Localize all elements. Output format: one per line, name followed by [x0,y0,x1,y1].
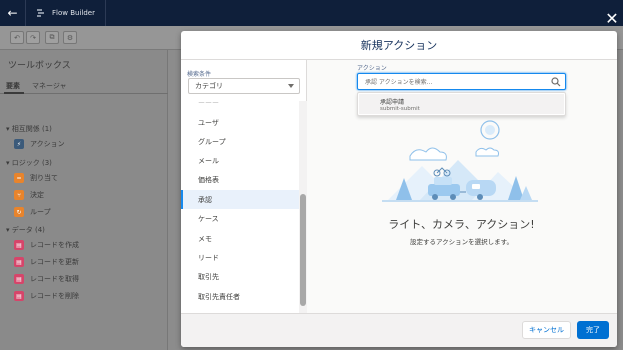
search-placeholder: 承認 アクションを検索... [365,79,433,86]
filter-panel: 検索条件 カテゴリ ーーー ユーザ グループ メール 価格表 承認 ケース メモ… [181,60,307,313]
category-item[interactable]: 取引先責任者 [181,287,299,306]
tab-manager[interactable]: マネージャ [32,81,67,91]
toolbox-panel: ツールボックス 要素 マネージャ ▾ 相互関係 (1) ⚡ アクション ▾ ロジ… [0,50,168,350]
category-item[interactable]: リード [181,248,299,267]
cancel-button[interactable]: キャンセル [522,321,571,339]
item-label: レコードを削除 [30,292,79,300]
scrollbar-thumb[interactable] [300,194,306,306]
back-button[interactable]: ← [0,0,26,26]
category-item-partial[interactable]: ーーー [181,101,299,112]
app-title: Flow Builder [52,9,95,17]
toolbox-item-get-record[interactable]: ▤ レコードを取得 [14,274,79,284]
copy-button[interactable]: ⧉ [45,31,59,44]
item-label: 割り当て [30,174,58,182]
category-item[interactable]: グループ [181,132,299,151]
flow-icon [37,9,44,17]
section-label: 相互関係 (1) [11,125,52,133]
filter-label: 検索条件 [187,71,212,78]
result-subtitle: submit-submit [380,106,420,112]
modal-header: 新規アクション [181,31,617,60]
selection-bar [181,190,183,209]
toolbox-item-update-record[interactable]: ▤ レコードを更新 [14,257,79,267]
close-icon: ✕ [605,9,619,28]
loop-icon: ↻ [14,207,24,217]
item-label: レコードを更新 [30,258,79,266]
toolbox-item-delete-record[interactable]: ▤ レコードを削除 [14,291,79,301]
undo-button[interactable]: ↶ [10,31,24,44]
gear-icon: ⚙ [66,33,74,42]
section-logic[interactable]: ▾ ロジック (3) [6,158,52,168]
item-label: 決定 [30,191,44,199]
section-label: ロジック (3) [11,159,52,167]
toolbox-title: ツールボックス [8,61,71,71]
category-item[interactable]: メール [181,151,299,170]
app-header: ← Flow Builder [0,0,623,26]
category-item[interactable]: 取引先 [181,267,299,286]
close-modal-button[interactable]: ✕ [604,11,620,27]
toolbox-item-action[interactable]: ⚡ アクション [14,139,65,149]
copy-icon: ⧉ [49,33,55,41]
done-button[interactable]: 完了 [577,321,609,339]
undo-icon: ↶ [14,33,20,42]
record-create-icon: ▤ [14,240,24,250]
item-label: レコードを作成 [30,241,79,249]
action-search-input[interactable]: 承認 アクションを検索... [357,73,566,90]
list-scrollbar[interactable] [299,101,307,313]
toolbox-item-assignment[interactable]: = 割り当て [14,173,58,183]
section-label: データ (4) [11,226,45,234]
toolbox-tabs: 要素 マネージャ [0,78,168,94]
empty-state-heading: ライト、カメラ、アクション! [388,218,535,231]
record-delete-icon: ▤ [14,291,24,301]
filter-select[interactable]: カテゴリ [188,78,300,94]
category-item[interactable]: ユーザ [181,113,299,132]
active-tab-indicator [4,92,24,94]
equals-icon: = [14,173,24,183]
decision-icon: ⑂ [14,190,24,200]
category-list: ーーー ユーザ グループ メール 価格表 承認 ケース メモ リード 取引先 取… [181,101,299,313]
search-result-item[interactable]: 承認申請 submit-submit [359,94,564,114]
category-item[interactable]: 価格表 [181,170,299,189]
result-title: 承認申請 [380,99,405,106]
item-label: アクション [30,140,65,148]
redo-icon: ↷ [30,33,36,42]
modal-body: 検索条件 カテゴリ ーーー ユーザ グループ メール 価格表 承認 ケース メモ… [181,60,617,313]
app-title-area: Flow Builder [26,0,106,26]
tab-elements[interactable]: 要素 [6,81,20,91]
empty-state-subtext: 設定するアクションを選択します。 [409,238,514,246]
search-icon [551,77,561,87]
arrow-left-icon: ← [7,6,18,20]
record-update-icon: ▤ [14,257,24,267]
filter-select-value: カテゴリ [195,82,223,90]
item-label: レコードを取得 [30,275,79,283]
toolbox-item-decision[interactable]: ⑂ 決定 [14,190,44,200]
item-label: ループ [30,208,51,216]
camping-illustration [382,120,538,202]
action-label: アクション [357,65,387,72]
lightning-icon: ⚡ [14,139,24,149]
caret-down-icon [288,84,294,88]
category-item-selected[interactable]: 承認 [181,190,299,209]
modal-footer: キャンセル 完了 [181,313,617,347]
section-data[interactable]: ▾ データ (4) [6,225,45,235]
settings-button[interactable]: ⚙ [63,31,77,44]
category-item[interactable]: メモ [181,229,299,248]
new-action-modal: 新規アクション 検索条件 カテゴリ ーーー ユーザ グループ メール 価格表 承… [181,31,617,347]
toolbox-item-loop[interactable]: ↻ ループ [14,207,51,217]
category-item[interactable]: ケース [181,209,299,228]
redo-button[interactable]: ↷ [26,31,40,44]
modal-title: 新規アクション [360,39,438,52]
action-search-results: 承認申請 submit-submit [357,92,566,116]
record-lookup-icon: ▤ [14,274,24,284]
toolbox-item-create-record[interactable]: ▤ レコードを作成 [14,240,79,250]
section-interaction[interactable]: ▾ 相互関係 (1) [6,124,52,134]
category-item-label: 承認 [198,195,212,204]
